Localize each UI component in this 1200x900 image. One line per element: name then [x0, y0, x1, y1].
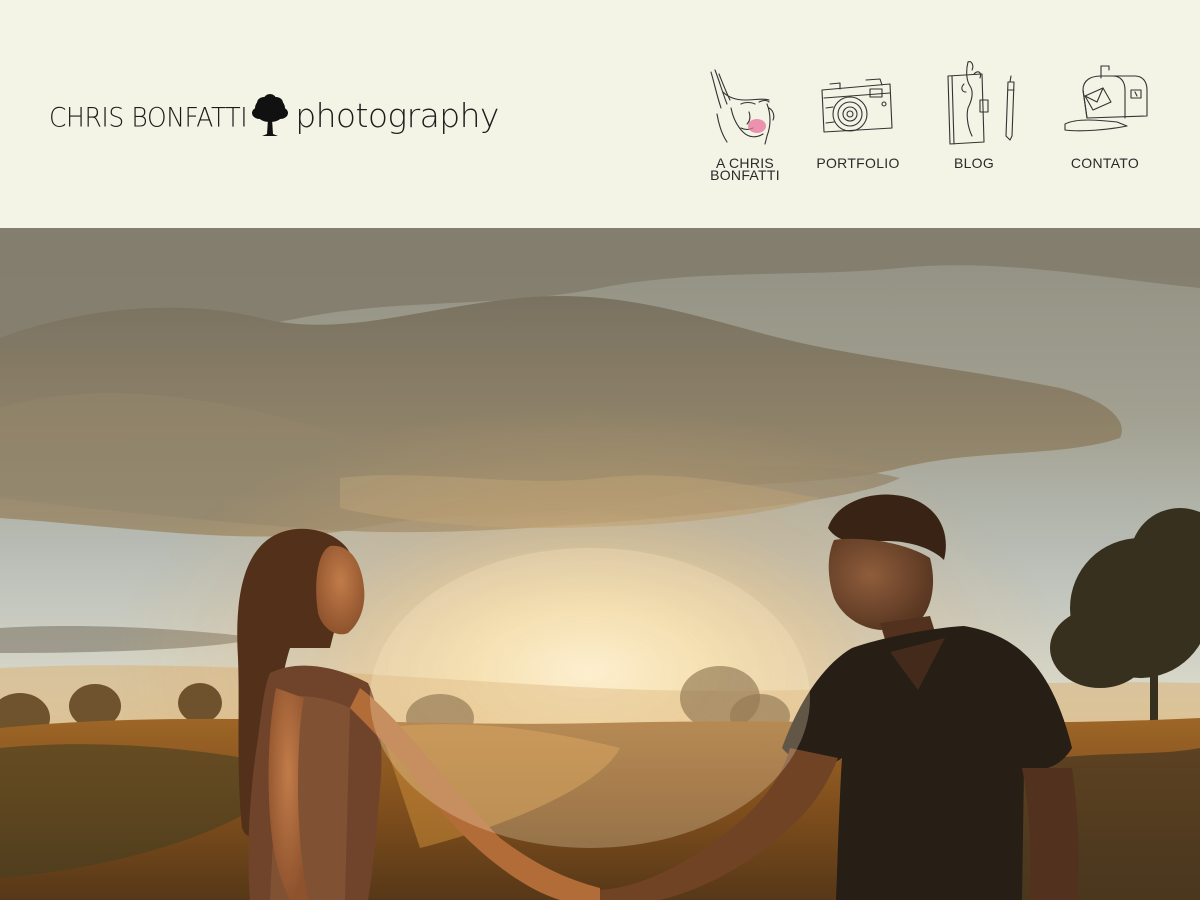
nav-item-portfolio[interactable]: PORTFOLIO	[810, 56, 906, 171]
nav-label-blog: BLOG	[953, 155, 995, 171]
nav-label-about: A CHRIS BONFATTI	[710, 155, 780, 183]
nav-item-blog[interactable]: BLOG	[926, 56, 1022, 171]
sunset-couple-photo	[0, 228, 1200, 900]
notebook-pen-sketch-icon	[947, 61, 1015, 145]
hero-photo	[0, 228, 1200, 900]
main-nav: A CHRIS BONFATTI PORTFOLIO BLOG CONTATO	[0, 56, 1200, 196]
mailbox-sketch-icon	[1064, 65, 1148, 132]
page: CHRIS BONFATTI photography A CHRIS BONFA…	[0, 0, 1200, 900]
nav-item-about[interactable]: A CHRIS BONFATTI	[697, 56, 793, 183]
portrait-sketch-icon	[710, 69, 775, 145]
nav-label-contact: CONTATO	[1070, 155, 1140, 171]
nav-label-portfolio: PORTFOLIO	[816, 155, 900, 171]
nav-item-contact[interactable]: CONTATO	[1057, 56, 1153, 171]
camera-sketch-icon	[821, 78, 893, 133]
site-header: CHRIS BONFATTI photography A CHRIS BONFA…	[0, 0, 1200, 228]
